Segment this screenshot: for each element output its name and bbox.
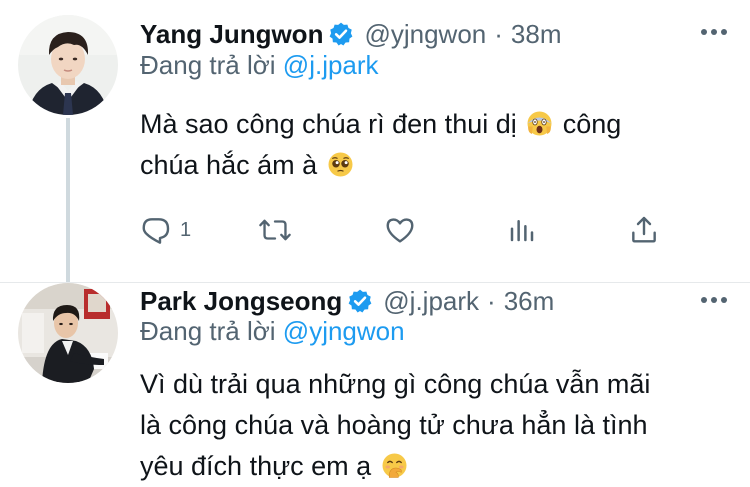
share-icon xyxy=(632,216,656,243)
tweet-text: Vì dù trải qua những gì công chúa vẫn mã… xyxy=(140,364,720,487)
reply-mention-link[interactable]: @j.jpark xyxy=(283,50,379,80)
display-name[interactable]: Yang Jungwon xyxy=(140,19,323,50)
retweet-button[interactable] xyxy=(258,213,292,247)
tweet-text-line-1: Mà sao công chúa rì đen thui dị công xyxy=(140,104,720,145)
display-name[interactable]: Park Jongseong xyxy=(140,286,342,317)
separator-dot: · xyxy=(494,18,503,49)
tweet-actions: 1 xyxy=(140,213,680,247)
analytics-icon xyxy=(510,220,534,242)
tweet-header: Park Jongseong @j.jpark · 36m xyxy=(140,283,554,319)
replying-to-label: Đang trả lời xyxy=(140,50,276,80)
handle[interactable]: @yjngwon xyxy=(364,19,486,50)
more-icon[interactable] xyxy=(700,296,728,304)
retweet-icon xyxy=(259,219,291,241)
timestamp[interactable]: 38m xyxy=(511,19,562,50)
face-with-hand-over-mouth-emoji-icon xyxy=(382,453,407,478)
reply-button[interactable]: 1 xyxy=(140,213,191,247)
tweet-park-jongseong[interactable]: Park Jongseong @j.jpark · 36m Đang trả l… xyxy=(0,283,750,483)
reply-mention-link[interactable]: @yjngwon xyxy=(283,316,405,346)
share-button[interactable] xyxy=(628,213,660,247)
tweet-yang-jungwon[interactable]: Yang Jungwon @yjngwon · 38m Đang trả lời… xyxy=(0,0,750,283)
like-icon xyxy=(386,218,414,243)
timestamp[interactable]: 36m xyxy=(504,286,555,317)
reply-count: 1 xyxy=(180,218,192,241)
pleading-face-emoji-icon xyxy=(328,152,353,177)
replying-to: Đang trả lời @yjngwon xyxy=(140,316,405,347)
reply-icon xyxy=(142,218,170,244)
thread-line xyxy=(66,118,70,282)
avatar[interactable] xyxy=(18,283,118,383)
tweet-text-line-2: chúa hắc ám à xyxy=(140,145,720,186)
separator-dot: · xyxy=(487,285,496,316)
face-screaming-in-fear-emoji-icon xyxy=(527,111,552,136)
tweet-text-segment: công xyxy=(562,109,622,139)
avatar[interactable] xyxy=(18,15,118,115)
verified-badge-icon xyxy=(348,289,372,313)
tweet-text-segment: yêu đích thực em ạ xyxy=(140,451,372,481)
more-icon[interactable] xyxy=(700,28,728,36)
verified-badge-icon xyxy=(330,22,353,46)
replying-to-label: Đang trả lời xyxy=(140,316,276,346)
tweet-text-line-3: yêu đích thực em ạ xyxy=(140,446,720,487)
replying-to: Đang trả lời @j.jpark xyxy=(140,50,379,81)
tweet-text-segment: Mà sao công chúa rì đen thui dị xyxy=(140,109,517,139)
tweet-text-line-2: là công chúa và hoàng tử chưa hẳn là tìn… xyxy=(140,410,648,440)
like-button[interactable] xyxy=(383,213,417,247)
handle[interactable]: @j.jpark xyxy=(383,286,479,317)
analytics-button[interactable] xyxy=(507,213,537,247)
tweet-header: Yang Jungwon @yjngwon · 38m xyxy=(140,16,562,52)
tweet-text-line-1: Vì dù trải qua những gì công chúa vẫn mã… xyxy=(140,369,651,399)
tweet-text-segment: chúa hắc ám à xyxy=(140,150,318,180)
tweet-text: Mà sao công chúa rì đen thui dị công chú… xyxy=(140,104,720,186)
